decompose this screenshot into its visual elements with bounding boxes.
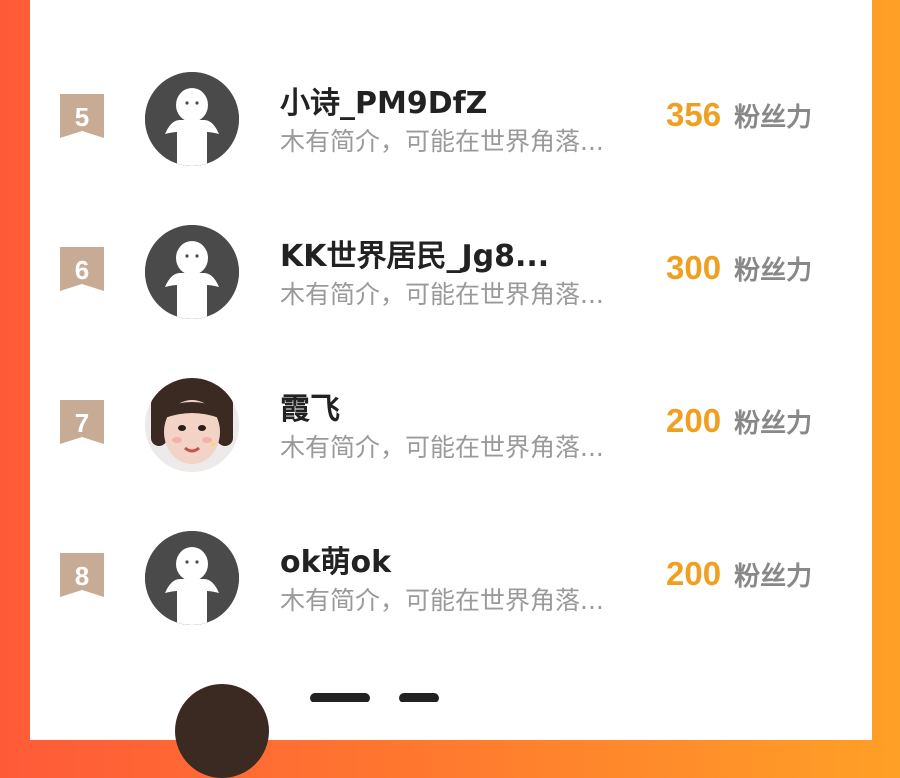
avatar[interactable] [145, 531, 239, 625]
fan-power-value: 200 [666, 402, 722, 439]
default-person-icon [145, 225, 239, 319]
rank-badge: 7 [60, 400, 104, 450]
user-bio: 木有简介，可能在世界角落... [280, 127, 604, 156]
user-name[interactable]: KK世界居民_Jg8... [280, 231, 549, 275]
fan-power: 200 粉丝力 [666, 555, 812, 593]
fan-power: 200 粉丝力 [666, 402, 812, 440]
fan-power-unit: 粉丝力 [734, 103, 813, 133]
avatar[interactable] [145, 72, 239, 166]
fan-power-value: 300 [666, 249, 722, 286]
fan-power-unit: 粉丝力 [734, 409, 813, 439]
fan-power: 300 粉丝力 [666, 249, 812, 287]
fan-power-value: 200 [666, 555, 722, 592]
user-name[interactable]: 霞飞 [280, 384, 340, 428]
default-person-icon [145, 531, 239, 625]
ranking-row[interactable]: 5 小诗_PM9DfZ 木有简介，可能在世界角落... 356 粉丝力 [30, 72, 872, 182]
rank-number: 5 [74, 102, 90, 132]
ranking-card: 5 小诗_PM9DfZ 木有简介，可能在世界角落... 356 粉丝力 6 KK… [30, 0, 872, 778]
rank-badge: 8 [60, 553, 104, 603]
rank-number: 7 [74, 408, 90, 438]
rank-number: 6 [74, 255, 90, 285]
rank-badge: 5 [60, 94, 104, 144]
ranking-row[interactable]: 6 KK世界居民_Jg8... 木有简介，可能在世界角落... 300 粉丝力 [30, 225, 872, 335]
fan-power-value: 356 [666, 96, 722, 133]
user-name[interactable]: ok萌ok [280, 537, 391, 581]
user-bio: 木有简介，可能在世界角落... [280, 586, 604, 615]
next-row-name-fragment [310, 688, 490, 702]
avatar[interactable] [145, 225, 239, 319]
user-bio: 木有简介，可能在世界角落... [280, 280, 604, 309]
avatar[interactable] [145, 378, 239, 472]
fan-power-unit: 粉丝力 [734, 256, 813, 286]
fan-power-unit: 粉丝力 [734, 562, 813, 592]
ranking-row[interactable]: 7 霞飞 木有简介，可能在世界角落... 200 粉丝力 [30, 378, 872, 488]
child-photo-avatar [145, 378, 239, 472]
fan-power: 356 粉丝力 [666, 96, 812, 134]
user-name[interactable]: 小诗_PM9DfZ [280, 78, 487, 122]
ranking-row[interactable]: 8 ok萌ok 木有简介，可能在世界角落... 200 粉丝力 [30, 531, 872, 641]
rank-number: 8 [74, 561, 90, 591]
user-bio: 木有简介，可能在世界角落... [280, 433, 604, 462]
default-person-icon [145, 72, 239, 166]
next-row-avatar[interactable] [175, 684, 269, 778]
rank-badge: 6 [60, 247, 104, 297]
